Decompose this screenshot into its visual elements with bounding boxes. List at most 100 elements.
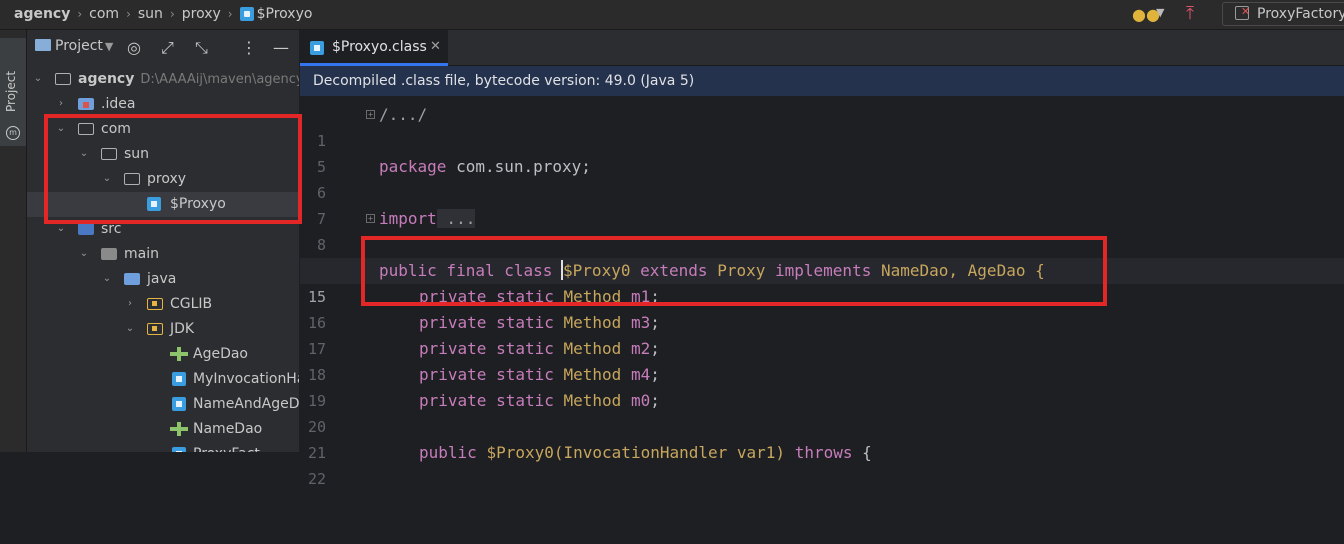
package-icon <box>147 298 163 310</box>
field-type: Method <box>563 339 622 358</box>
locate-target-icon[interactable]: ◎ <box>127 38 141 57</box>
maven-icon[interactable]: m <box>6 126 20 140</box>
tree-node-jdk[interactable]: ⌄ JDK <box>27 317 299 342</box>
folded-imports[interactable]: ... <box>436 209 476 228</box>
tree-node-java[interactable]: ⌄ java <box>27 267 299 292</box>
breadcrumb-item-proxy[interactable]: proxy <box>182 6 221 22</box>
tree-node-label: MyInvocationHa <box>193 371 299 387</box>
breadcrumb-item-agency[interactable]: agency <box>14 6 70 22</box>
package-icon <box>147 323 163 335</box>
hide-panel-icon[interactable]: — <box>273 38 289 57</box>
code-text: private static Method m4; <box>419 365 660 384</box>
field-name: m3 <box>630 313 651 332</box>
project-view-selector[interactable]: Project ▼ <box>35 38 113 54</box>
package-name: com.sun.proxy; <box>446 157 591 176</box>
run-configuration-selector[interactable]: ✕ ProxyFactory <box>1222 2 1344 26</box>
tree-node-main[interactable]: ⌄ main <box>27 242 299 267</box>
tree-node-label: main <box>124 246 159 262</box>
class-file-icon <box>239 7 254 21</box>
sources-root-icon <box>124 273 140 285</box>
close-icon[interactable]: ✕ <box>430 39 441 54</box>
tree-node-myinvocationhandler[interactable]: MyInvocationHa <box>27 367 299 392</box>
project-panel: Project ▼ ◎ ⤢ ⤡ ⋮ — ⌄ agency D:\AAAAij\mav… <box>27 30 299 452</box>
tree-node-label: agency <box>78 71 135 87</box>
tree-node-namedao[interactable]: NameDao <box>27 417 299 442</box>
tree-node-agency[interactable]: ⌄ agency D:\AAAAij\maven\agency <box>27 67 299 92</box>
tree-node-label: ProxyFact <box>193 442 260 452</box>
chevron-down-icon[interactable]: ⌄ <box>79 249 89 259</box>
tree-node-label: AgeDao <box>193 346 249 362</box>
tab-label: $Proxyo.class <box>332 39 427 55</box>
build-hammer-icon[interactable]: ⤒ <box>1186 3 1194 24</box>
tree-node-cglib[interactable]: › CGLIB <box>27 292 299 317</box>
tab-proxyo-class[interactable]: $Proxyo.class ✕ <box>300 30 448 66</box>
code-line: 18 private static Method m2; <box>300 336 1344 384</box>
breadcrumb-item-sun[interactable]: sun <box>138 6 163 22</box>
keyword: private static <box>419 339 554 358</box>
keyword: public <box>419 443 477 462</box>
tree-node-label: CGLIB <box>170 296 213 312</box>
folder-icon <box>101 248 117 260</box>
interface-icon <box>170 347 188 361</box>
breadcrumb-item-com[interactable]: com <box>89 6 119 22</box>
tree-node-agedao[interactable]: AgeDao <box>27 342 299 367</box>
fold-expand-icon[interactable]: + <box>366 214 375 223</box>
code-text: /.../ <box>379 105 428 124</box>
chevron-right-icon[interactable]: › <box>125 299 135 309</box>
keyword: import <box>379 209 437 228</box>
breadcrumb-separator: › <box>77 7 83 21</box>
tree-node-label: JDK <box>170 321 195 337</box>
class-icon <box>172 397 186 411</box>
code-line: 8 + import ... <box>300 206 1344 254</box>
keyword: throws <box>794 443 853 462</box>
project-tool-tab[interactable]: Project m <box>0 38 26 146</box>
project-folder-icon <box>35 39 51 51</box>
keyword: private static <box>419 365 554 384</box>
chevron-down-icon[interactable]: ⌄ <box>33 74 43 84</box>
code-text: public $Proxy0(InvocationHandler var1) t… <box>419 440 872 466</box>
tree-node-label: NameDao <box>193 421 263 437</box>
expand-all-icon[interactable]: ⤢ <box>161 38 174 58</box>
run-config-label: ProxyFactory <box>1257 6 1344 22</box>
code-line: 17 private static Method m3; <box>300 310 1344 358</box>
code-line: 7 <box>300 180 1344 228</box>
tree-node-path: D:\AAAAij\maven\agency <box>140 72 299 87</box>
tree-node-proxyfactory[interactable]: ProxyFact <box>27 442 299 452</box>
fold-expand-icon[interactable]: + <box>366 110 375 119</box>
collapse-all-icon[interactable]: ⤡ <box>195 38 208 58</box>
chevron-right-icon[interactable]: › <box>56 99 66 109</box>
chevron-down-icon[interactable]: ⌄ <box>102 274 112 284</box>
class-file-icon <box>310 41 324 55</box>
breadcrumb-separator: › <box>227 7 233 21</box>
chevron-down-icon[interactable]: ▼ <box>1156 6 1164 19</box>
module-folder-icon <box>55 73 71 85</box>
code-text: private static Method m3; <box>419 313 660 332</box>
project-panel-header: Project ▼ ◎ ⤢ ⤡ ⋮ — <box>27 30 299 64</box>
code-brace: { <box>852 443 872 462</box>
tree-node-label: NameAndAgeD <box>193 396 299 412</box>
error-x-icon: ✕ <box>1241 5 1251 18</box>
chevron-down-icon: ▼ <box>104 40 114 53</box>
chevron-down-icon[interactable]: ⌄ <box>56 224 66 234</box>
breadcrumb: agency › com › sun › proxy › $Proxyo <box>14 6 312 22</box>
field-type: Method <box>563 391 622 410</box>
breadcrumb-item-proxyo[interactable]: $Proxyo <box>257 6 313 22</box>
project-panel-title: Project <box>55 38 103 54</box>
line-number: 22 <box>307 470 326 488</box>
class-icon <box>172 372 186 386</box>
code-line: 6 package com.sun.proxy; <box>300 154 1344 202</box>
tree-node-label: java <box>147 271 177 287</box>
tree-node-nameandagedao[interactable]: NameAndAgeD <box>27 392 299 417</box>
interface-icon <box>170 422 188 436</box>
navigation-bar: agency › com › sun › proxy › $Proxyo ●● ▼ ⤒ ✕ Pr… <box>0 0 1344 30</box>
code-line: 21 <box>300 414 1344 462</box>
keyword: package <box>379 157 447 176</box>
field-type: Method <box>563 313 622 332</box>
more-options-icon[interactable]: ⋮ <box>241 38 257 57</box>
field-name: m4 <box>630 365 651 384</box>
decompiled-banner: Decompiled .class file, bytecode version… <box>300 66 1344 96</box>
constructor-params: (InvocationHandler var1) <box>553 443 786 462</box>
highlight-box-tree <box>44 114 302 224</box>
keyword: private static <box>419 313 554 332</box>
chevron-down-icon[interactable]: ⌄ <box>125 324 135 334</box>
